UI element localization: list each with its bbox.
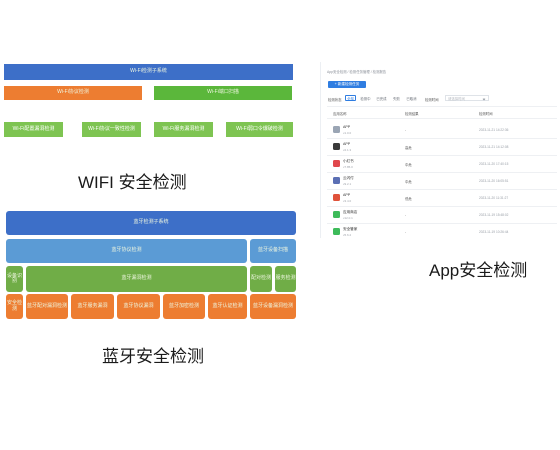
app-icon bbox=[333, 143, 340, 150]
app-icon bbox=[333, 228, 340, 235]
tab-done[interactable]: 已完成 bbox=[375, 95, 388, 101]
tab-running[interactable]: 检测中 bbox=[359, 95, 372, 101]
bt-item-1: 蓝牙配对漏洞检测 bbox=[26, 294, 68, 319]
app-name: APP bbox=[343, 193, 351, 197]
bt-identify-cell: 设备识别 bbox=[6, 266, 23, 292]
detect-time: 2023-11-21 14:22:36 bbox=[479, 128, 509, 132]
app-name: 云闪付 bbox=[343, 176, 354, 180]
detect-time: 2023-11-20 16:05:51 bbox=[479, 179, 509, 183]
table-divider bbox=[327, 106, 557, 107]
detect-result: - bbox=[405, 213, 407, 217]
tab-failed[interactable]: 失败 bbox=[391, 95, 402, 101]
column-result: 检测结果 bbox=[405, 112, 419, 116]
bt-protocol-bar: 蓝牙协议检测 bbox=[6, 239, 247, 263]
bt-security-cell: 安全检测 bbox=[6, 294, 23, 319]
detect-result: 低危 bbox=[405, 197, 412, 201]
breadcrumb: App安全检测 / 检测任务管理 / 检测报告 bbox=[327, 70, 387, 74]
detect-time: 2023-11-21 14:12:08 bbox=[479, 145, 509, 149]
bt-pair-cell: 配对检测 bbox=[250, 266, 272, 292]
app-version: v2.1.3 bbox=[343, 148, 352, 152]
bt-item-5: 蓝牙认证检测 bbox=[208, 294, 247, 319]
bt-item-3: 蓝牙协议漏洞 bbox=[117, 294, 160, 319]
bt-scan-bar: 蓝牙设备扫描 bbox=[250, 239, 296, 263]
column-time: 检测时间 bbox=[479, 112, 493, 116]
app-name: 小红书 bbox=[343, 159, 354, 163]
table-row[interactable]: 安全管家 v5.6.2 - 2023-11-19 10:26:44 bbox=[327, 224, 557, 238]
detect-time: 2023-11-19 10:26:44 bbox=[479, 230, 509, 234]
wifi-module-4: Wi-Fi弱口令爆破检测 bbox=[226, 122, 293, 137]
bt-item-4: 蓝牙加密检测 bbox=[163, 294, 205, 319]
table-row[interactable]: 云闪付 v9.2.1 中危 2023-11-20 16:05:51 bbox=[327, 173, 557, 190]
wifi-module-3: Wi-Fi服务漏洞检测 bbox=[154, 122, 213, 137]
detect-time: 2023-11-20 17:40:15 bbox=[479, 162, 509, 166]
bt-service-cell: 服务检测 bbox=[275, 266, 296, 292]
app-icon bbox=[333, 177, 340, 184]
table-row[interactable]: APP v1.0.0 - 2023-11-21 14:22:36 bbox=[327, 122, 557, 139]
app-screenshot-panel: App安全检测 / 检测任务管理 / 检测报告 + 新建检测任务 检测状态 全部… bbox=[320, 62, 560, 238]
app-version: v7.85.0 bbox=[343, 165, 353, 169]
bt-caption: 蓝牙安全检测 bbox=[102, 347, 204, 366]
bt-vuln-bar: 蓝牙漏洞检测 bbox=[26, 266, 247, 292]
wifi-port-bar: Wi-Fi端口扫描 bbox=[154, 86, 292, 100]
app-version: v12.0.1 bbox=[343, 216, 353, 220]
detect-time: 2023-11-20 11:31:27 bbox=[479, 196, 509, 200]
app-version: v9.2.1 bbox=[343, 182, 352, 186]
app-version: v5.6.2 bbox=[343, 233, 352, 237]
detect-time: 2023-11-19 15:48:02 bbox=[479, 213, 509, 217]
filter-label: 检测状态 bbox=[328, 98, 342, 102]
wifi-caption: WIFI 安全检测 bbox=[78, 173, 187, 192]
bt-top-bar: 蓝牙检测子系统 bbox=[6, 211, 296, 235]
wifi-top-bar: Wi-Fi检测子系统 bbox=[4, 64, 293, 80]
tab-cancelled[interactable]: 已取消 bbox=[405, 95, 418, 101]
app-name: APP bbox=[343, 142, 351, 146]
app-icon bbox=[333, 160, 340, 167]
app-name: 安全管家 bbox=[343, 227, 358, 231]
app-icon bbox=[333, 211, 340, 218]
app-icon bbox=[333, 126, 340, 133]
bt-device-vuln-cell: 蓝牙设备漏洞检测 bbox=[250, 294, 296, 319]
app-version: v3.4.0 bbox=[343, 199, 352, 203]
wifi-protocol-bar: Wi-Fi协议检测 bbox=[4, 86, 142, 100]
table-row[interactable]: APP v2.1.3 高危 2023-11-21 14:12:08 bbox=[327, 139, 557, 156]
bt-item-2: 蓝牙服务漏洞 bbox=[71, 294, 114, 319]
table-row[interactable]: 小红书 v7.85.0 中危 2023-11-20 17:40:15 bbox=[327, 156, 557, 173]
app-name: APP bbox=[343, 125, 351, 129]
add-task-button[interactable]: + 新建检测任务 bbox=[328, 81, 366, 88]
app-icon bbox=[333, 194, 340, 201]
table-row[interactable]: APP v3.4.0 低危 2023-11-20 11:31:27 bbox=[327, 190, 557, 207]
time-filter-label: 检测时间 bbox=[425, 98, 439, 102]
detect-result: - bbox=[405, 230, 407, 234]
app-caption: App安全检测 bbox=[429, 261, 528, 280]
table-row[interactable]: 应用商店 v12.0.1 - 2023-11-19 15:48:02 bbox=[327, 207, 557, 224]
table-header-divider bbox=[327, 118, 557, 119]
tab-all[interactable]: 全部 bbox=[345, 95, 356, 101]
wifi-module-2: Wi-Fi协议一致性检测 bbox=[82, 122, 141, 137]
column-app-name: 应用名称 bbox=[333, 112, 347, 116]
app-version: v1.0.0 bbox=[343, 131, 352, 135]
wifi-module-1: Wi-Fi配置漏洞检测 bbox=[4, 122, 63, 137]
detect-result: 高危 bbox=[405, 146, 412, 150]
app-name: 应用商店 bbox=[343, 210, 358, 214]
detect-result: 中危 bbox=[405, 180, 412, 184]
detect-result: 中危 bbox=[405, 163, 412, 167]
detect-result: - bbox=[405, 128, 407, 132]
